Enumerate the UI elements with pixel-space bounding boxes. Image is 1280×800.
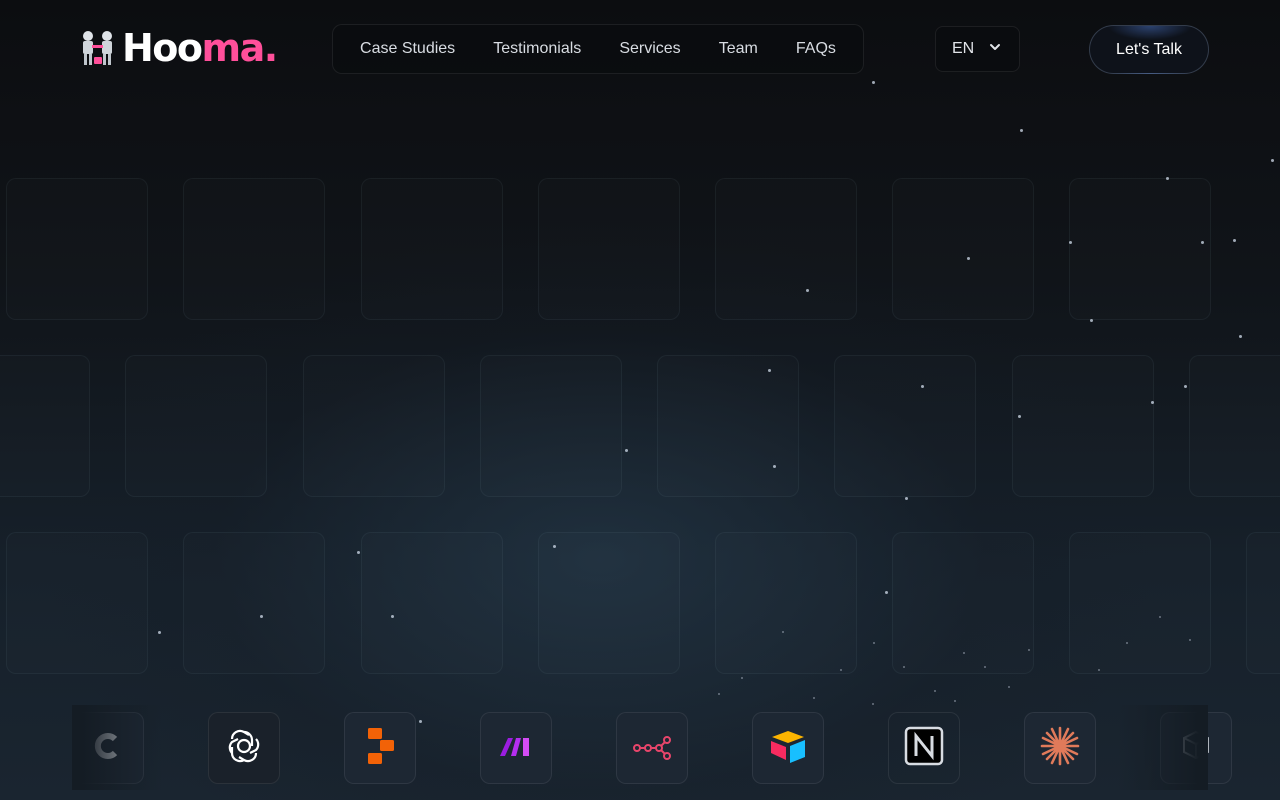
- openai-icon: [224, 726, 264, 771]
- airtable-icon: [768, 726, 808, 771]
- c-logo-icon: [88, 726, 128, 771]
- main-nav: Case Studies Testimonials Services Team …: [332, 24, 864, 74]
- n8n-icon: [632, 726, 672, 771]
- replit-icon: [360, 726, 400, 771]
- hero-background: [0, 0, 1280, 800]
- cube-icon: [1176, 726, 1216, 771]
- integrations-strip: [72, 712, 1232, 784]
- nav-services[interactable]: Services: [619, 40, 680, 58]
- notion-icon: [904, 726, 944, 771]
- language-selector[interactable]: EN: [935, 26, 1020, 72]
- brand-wordmark: Hooma.: [122, 26, 278, 70]
- lets-talk-button[interactable]: Let's Talk: [1089, 25, 1209, 74]
- nav-team[interactable]: Team: [719, 40, 758, 58]
- tool-tile[interactable]: [344, 712, 416, 784]
- tool-tile[interactable]: [1024, 712, 1096, 784]
- language-label: EN: [952, 40, 975, 57]
- tool-tile[interactable]: [208, 712, 280, 784]
- tool-tile[interactable]: [752, 712, 824, 784]
- nav-case-studies[interactable]: Case Studies: [360, 40, 455, 58]
- make-icon: [496, 726, 536, 771]
- chevron-down-icon: [988, 40, 1002, 59]
- brand-logo[interactable]: Hooma.: [78, 26, 278, 70]
- nav-faqs[interactable]: FAQs: [796, 40, 836, 58]
- claude-icon: [1040, 726, 1080, 771]
- tool-tile[interactable]: [480, 712, 552, 784]
- tool-tile[interactable]: [616, 712, 688, 784]
- nav-testimonials[interactable]: Testimonials: [493, 40, 581, 58]
- handshake-robot-icon: [78, 29, 118, 67]
- tool-tile[interactable]: [1160, 712, 1232, 784]
- tool-tile[interactable]: [72, 712, 144, 784]
- tool-tile[interactable]: [888, 712, 960, 784]
